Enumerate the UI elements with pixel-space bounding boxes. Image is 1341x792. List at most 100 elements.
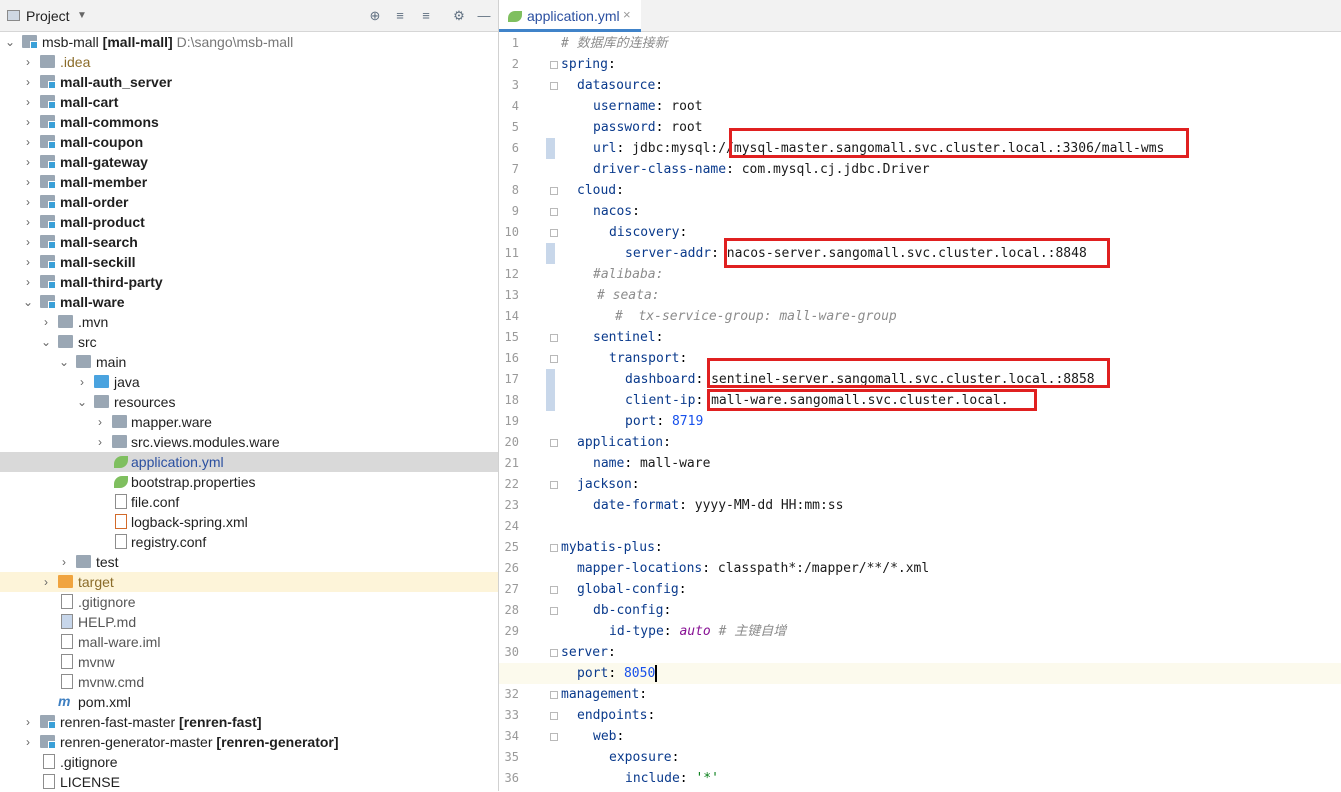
tree-item-mvn[interactable]: › .mvn — [0, 312, 498, 332]
code-text: # tx-service-group: mall-ware-group — [615, 306, 897, 327]
tree-item-root-gitignore[interactable]: .gitignore — [0, 752, 498, 772]
close-icon[interactable]: × — [623, 7, 631, 22]
tree-item-mall-ware-iml[interactable]: mall-ware.iml — [0, 632, 498, 652]
tree-item-label: mall-member — [60, 174, 148, 190]
tree-item-renren-fast-master[interactable]: › renren-fast-master [renren-fast] — [0, 712, 498, 732]
tree-item-label: mall-coupon — [60, 134, 144, 150]
chevron-right-icon[interactable]: › — [40, 572, 52, 592]
code-text: port: 8050 — [577, 665, 658, 682]
chevron-down-icon[interactable]: ⌄ — [40, 332, 52, 352]
tree-item-mapper-ware[interactable]: › mapper.ware — [0, 412, 498, 432]
tree-item-resources[interactable]: ⌄ resources — [0, 392, 498, 412]
tree-item-mall-auth-server[interactable]: › mall-auth_server — [0, 72, 498, 92]
tree-item-target[interactable]: › target — [0, 572, 498, 592]
tree-item-msb-mall[interactable]: ⌄ msb-mall [mall-mall] D:\sango\msb-mall — [0, 32, 498, 52]
tree-item-mall-gateway[interactable]: › mall-gateway — [0, 152, 498, 172]
chevron-right-icon[interactable]: › — [22, 232, 34, 252]
collapse-all-icon[interactable]: ≡ — [417, 7, 435, 25]
chevron-right-icon[interactable]: › — [22, 72, 34, 92]
chevron-down-icon[interactable]: ⌄ — [58, 352, 70, 372]
yaml-key: application — [577, 435, 664, 450]
highlight-box-sentinel-dashboard — [707, 358, 1110, 388]
chevron-right-icon[interactable]: › — [22, 172, 34, 192]
code-text: nacos: — [593, 204, 640, 219]
tree-item-registry-conf[interactable]: registry.conf — [0, 532, 498, 552]
tree-label: renren-generator-master [renren-generato… — [60, 732, 339, 752]
chevron-right-icon[interactable]: › — [94, 432, 106, 452]
tree-item-help-md[interactable]: HELP.md — [0, 612, 498, 632]
tree-item-mall-ware[interactable]: ⌄ mall-ware — [0, 292, 498, 312]
tree-item-gitignore[interactable]: .gitignore — [0, 592, 498, 612]
yaml-key: username — [593, 99, 656, 114]
yaml-value: root — [671, 120, 703, 135]
chevron-right-icon[interactable]: › — [22, 52, 34, 72]
tab-application-yml[interactable]: application.yml × — [499, 0, 641, 32]
chevron-down-icon[interactable]: ▼ — [77, 10, 87, 21]
project-panel-title[interactable]: Project — [26, 8, 70, 24]
tree-item-file-conf[interactable]: file.conf — [0, 492, 498, 512]
code-line: mapper-locations: classpath*:/mapper/**/… — [499, 558, 1341, 579]
tree-item-java[interactable]: › java — [0, 372, 498, 392]
script-file-icon — [61, 654, 73, 669]
code-line: db-config: — [499, 600, 1341, 621]
yaml-key: endpoints — [577, 708, 648, 723]
chevron-right-icon[interactable]: › — [22, 212, 34, 232]
project-path: D:\sango\msb-mall — [176, 34, 294, 50]
chevron-down-icon[interactable]: ⌄ — [76, 392, 88, 412]
chevron-right-icon[interactable]: › — [22, 132, 34, 152]
yaml-key: port — [577, 666, 609, 681]
chevron-right-icon[interactable]: › — [76, 372, 88, 392]
chevron-down-icon[interactable]: ⌄ — [4, 32, 16, 52]
gear-icon[interactable]: ⚙ — [450, 7, 468, 25]
text-file-icon — [43, 774, 55, 789]
module-folder-icon — [40, 115, 56, 129]
tree-item-mall-cart[interactable]: › mall-cart — [0, 92, 498, 112]
chevron-right-icon[interactable]: › — [22, 152, 34, 172]
tree-item-test[interactable]: › test — [0, 552, 498, 572]
tree-item-renren-generator-master[interactable]: › renren-generator-master [renren-generat… — [0, 732, 498, 752]
tree-item-license[interactable]: LICENSE — [0, 772, 498, 792]
chevron-right-icon[interactable]: › — [22, 272, 34, 292]
minimize-icon[interactable]: — — [475, 7, 493, 25]
tree-item-mall-third-party[interactable]: › mall-third-party — [0, 272, 498, 292]
spring-yaml-icon — [508, 11, 522, 22]
tree-item-src-views-modules-ware[interactable]: › src.views.modules.ware — [0, 432, 498, 452]
expand-all-icon[interactable]: ≡ — [391, 7, 409, 25]
tree-item-pom-xml[interactable]: m pom.xml — [0, 692, 498, 712]
tree-item-mvnw-cmd[interactable]: mvnw.cmd — [0, 672, 498, 692]
tree-item-mall-seckill[interactable]: › mall-seckill — [0, 252, 498, 272]
chevron-right-icon[interactable]: › — [94, 412, 106, 432]
tree-item-label: resources — [114, 394, 176, 410]
tree-item-mall-search[interactable]: › mall-search — [0, 232, 498, 252]
chevron-right-icon[interactable]: › — [58, 552, 70, 572]
tree-item-label: src.views.modules.ware — [131, 434, 280, 450]
tree-item-mall-product[interactable]: › mall-product — [0, 212, 498, 232]
chevron-right-icon[interactable]: › — [22, 92, 34, 112]
chevron-right-icon[interactable]: › — [22, 112, 34, 132]
chevron-right-icon[interactable]: › — [22, 732, 34, 752]
chevron-right-icon[interactable]: › — [22, 252, 34, 272]
tree-item-idea[interactable]: › .idea — [0, 52, 498, 72]
project-panel: Project ▼ ⊕ ≡ ≡ ⚙ — ⌄ msb-mall [mall-mal… — [0, 0, 498, 791]
tree-label: msb-mall [mall-mall] D:\sango\msb-mall — [42, 32, 293, 52]
chevron-right-icon[interactable]: › — [22, 192, 34, 212]
tree-item-label: main — [96, 354, 127, 370]
tree-item-mall-commons[interactable]: › mall-commons — [0, 112, 498, 132]
tree-item-label: mall-order — [60, 194, 129, 210]
tree-item-src[interactable]: ⌄ src — [0, 332, 498, 352]
chevron-down-icon[interactable]: ⌄ — [22, 292, 34, 312]
chevron-right-icon[interactable]: › — [40, 312, 52, 332]
yaml-key: web — [593, 729, 617, 744]
tree-item-application-yml[interactable]: application.yml — [0, 452, 498, 472]
tree-item-logback-spring-xml[interactable]: logback-spring.xml — [0, 512, 498, 532]
tree-item-mall-order[interactable]: › mall-order — [0, 192, 498, 212]
code-text: application: — [577, 435, 671, 450]
folder-icon — [76, 555, 91, 568]
tree-item-mall-member[interactable]: › mall-member — [0, 172, 498, 192]
chevron-right-icon[interactable]: › — [22, 712, 34, 732]
tree-item-mall-coupon[interactable]: › mall-coupon — [0, 132, 498, 152]
locate-icon[interactable]: ⊕ — [366, 7, 384, 25]
tree-item-main[interactable]: ⌄ main — [0, 352, 498, 372]
tree-item-bootstrap-properties[interactable]: bootstrap.properties — [0, 472, 498, 492]
tree-item-mvnw[interactable]: mvnw — [0, 652, 498, 672]
